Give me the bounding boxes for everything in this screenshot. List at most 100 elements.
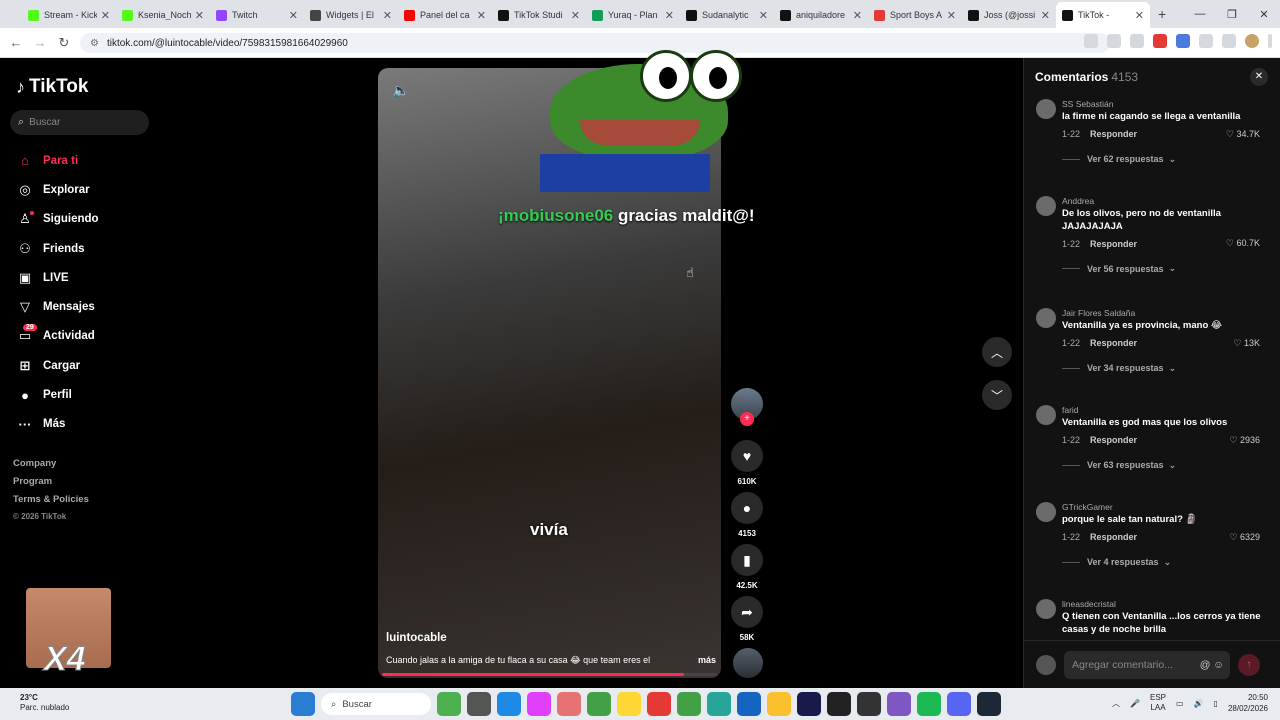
commenter-name[interactable]: SS Sebastián [1062,94,1280,111]
footer-link[interactable]: Company [13,458,89,476]
comment-like-button[interactable]: ♡ 2936 [1229,435,1260,446]
tab-close-icon[interactable]: ✕ [383,9,392,22]
premiere-icon[interactable] [797,692,821,716]
browser-tab[interactable]: Panel del ca ✕ [398,2,492,28]
comment-like-button[interactable]: ♡ 60.7K [1226,238,1260,249]
tab-close-icon[interactable]: ✕ [571,9,580,22]
copilot-icon[interactable] [527,692,551,716]
chevron-up-icon[interactable]: ︿ [1112,698,1120,709]
browser-tab[interactable]: Stream - Kick ✕ [22,2,116,28]
browser-tab[interactable]: TikTok Studi ✕ [492,2,586,28]
comment-like-button[interactable]: ♡ 13K [1233,338,1260,349]
sidebar-item-perfil[interactable]: ● Perfil [16,380,99,409]
tab-close-icon[interactable]: ✕ [759,9,768,22]
comment-button[interactable]: ● 4153 [731,492,763,538]
browser-tab[interactable]: Widgets | El ✕ [304,2,398,28]
browser-tab[interactable]: Yuraq - Plan ✕ [586,2,680,28]
comment-like-button[interactable]: ♡ 34.7K [1226,129,1260,140]
folder-icon[interactable] [767,692,791,716]
video-progress-bar[interactable] [382,673,717,676]
reply-button[interactable]: Responder [1090,239,1137,249]
snip-icon[interactable] [557,692,581,716]
sidebar-item-live[interactable]: ▣ LIVE [16,263,99,292]
tab-close-icon[interactable]: ✕ [947,9,956,22]
clock[interactable]: 20:50 28/02/2026 [1228,692,1268,714]
reply-button[interactable]: Responder [1090,532,1137,542]
app-icon[interactable] [887,692,911,716]
reload-icon[interactable]: ↻ [52,35,76,51]
sidebar-item-friends[interactable]: ⚇ Friends [16,234,99,263]
follow-plus-icon[interactable]: + [740,412,754,426]
sidebar-item-para-ti[interactable]: ⌂ Para ti [16,146,99,175]
discord-icon[interactable] [947,692,971,716]
comment-like-button[interactable]: ♡ 6329 [1229,532,1260,543]
browser-tab[interactable]: aniquiladore ✕ [774,2,868,28]
speaker-icon[interactable]: 🔊 [1194,699,1204,708]
commenter-name[interactable]: Anddrea [1062,191,1280,208]
spotify-icon[interactable] [917,692,941,716]
more-link[interactable]: más [698,655,716,666]
commenter-name[interactable]: GTrickGamer [1062,497,1280,514]
footer-link[interactable]: Terms & Policies [13,494,89,512]
save-button[interactable]: ▮ 42.5K [731,544,763,590]
browser-tab[interactable]: TikTok - ✕ [1056,2,1150,28]
comment-input[interactable]: Agregar comentario... @ ☺ [1064,650,1230,679]
browser-tab[interactable]: Sport Boys A ✕ [868,2,962,28]
video-author[interactable]: luintocable [386,632,447,644]
steam-icon[interactable] [977,692,1001,716]
language-indicator[interactable]: ESP LAA [1150,693,1166,713]
commenter-avatar[interactable] [1036,405,1056,425]
view-replies-button[interactable]: Ver 4 respuestas ⌄ [1062,557,1280,568]
tab-close-icon[interactable]: ✕ [101,9,110,22]
edge-icon[interactable] [497,692,521,716]
footer-link[interactable]: Program [13,476,89,494]
sidebar-item-actividad[interactable]: ▭ 29 Actividad [16,322,99,351]
commenter-avatar[interactable] [1036,99,1056,119]
media-icon[interactable] [1222,34,1236,48]
mention-emoji-icons[interactable]: @ ☺ [1200,659,1224,671]
translate-icon[interactable] [1084,34,1098,48]
tab-close-icon[interactable]: ✕ [1041,9,1050,22]
new-tab-button[interactable]: + [1158,6,1166,22]
minimize-icon[interactable]: — [1184,8,1216,20]
reply-button[interactable]: Responder [1090,338,1137,348]
send-button[interactable]: ↑ [1238,653,1260,676]
share-button[interactable]: ➦ 58K [731,596,763,642]
view-replies-button[interactable]: Ver 63 respuestas ⌄ [1062,460,1280,471]
reply-button[interactable]: Responder [1090,435,1137,445]
puzzle-icon[interactable] [1199,34,1213,48]
chrome-icon[interactable] [617,692,641,716]
tab-close-icon[interactable]: ✕ [195,9,204,22]
chrome-icon[interactable] [587,692,611,716]
chrome-icon[interactable] [677,692,701,716]
reply-button[interactable]: Responder [1090,129,1137,139]
view-replies-button[interactable]: Ver 56 respuestas ⌄ [1062,263,1280,274]
tab-close-icon[interactable]: ✕ [477,9,486,22]
browser-tab[interactable]: Sudanalytic ✕ [680,2,774,28]
weather-widget[interactable]: 23°C Parc. nublado [20,693,69,713]
tiktok-logo[interactable]: ♪ TikTok [16,76,88,98]
taskview-icon[interactable] [437,692,461,716]
sidebar-item-cargar[interactable]: ⊞ Cargar [16,351,99,380]
forward-icon[interactable]: → [28,35,52,50]
view-replies-button[interactable]: Ver 62 respuestas ⌄ [1062,154,1280,165]
windows-start-icon[interactable] [291,692,315,716]
bookmark-star-icon[interactable] [1130,34,1144,48]
author-avatar[interactable]: + [731,388,763,426]
restore-icon[interactable]: ❐ [1216,8,1248,21]
capcut-icon[interactable] [827,692,851,716]
close-window-icon[interactable]: ✕ [1248,8,1280,21]
tab-close-icon[interactable]: ✕ [853,9,862,22]
search-input[interactable]: ⌕ Buscar [10,110,149,135]
commenter-avatar[interactable] [1036,599,1056,619]
browser-tab[interactable]: Joss (@jossi ✕ [962,2,1056,28]
commenter-avatar[interactable] [1036,502,1056,522]
install-icon[interactable] [1107,34,1121,48]
commenter-name[interactable]: Jair Flores Saldaña [1062,303,1280,320]
extension-icon[interactable] [1176,34,1190,48]
network-icon[interactable]: ▭ [1176,699,1184,708]
tab-close-icon[interactable]: ✕ [665,9,674,22]
site-info-icon[interactable]: ⚙ [90,38,99,49]
edge-icon[interactable] [707,692,731,716]
commenter-avatar[interactable] [1036,308,1056,328]
